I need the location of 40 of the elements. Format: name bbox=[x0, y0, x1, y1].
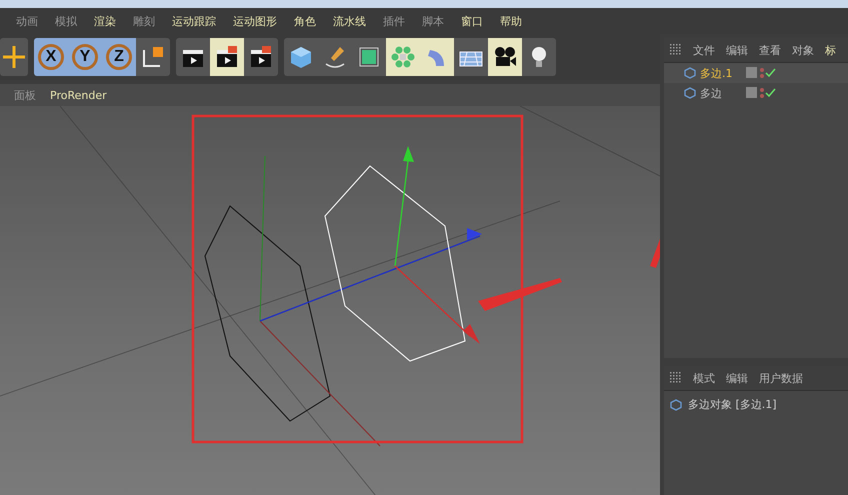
coordinate-system-icon[interactable] bbox=[140, 44, 166, 70]
panel-menu-item[interactable]: 编辑 bbox=[726, 370, 748, 386]
menu-item[interactable]: 脚本 bbox=[422, 14, 444, 28]
hexagon-icon bbox=[684, 67, 696, 79]
object-type-label: 多边对象 [多边.1] bbox=[688, 397, 777, 412]
menu-item[interactable]: 角色 bbox=[294, 14, 316, 28]
menu-item[interactable]: 雕刻 bbox=[133, 14, 155, 28]
menu-item[interactable]: 流水线 bbox=[333, 14, 366, 28]
grip-icon[interactable] bbox=[670, 372, 682, 384]
axis-lock-button[interactable]: X bbox=[34, 38, 68, 76]
panel-menu-item[interactable]: 标 bbox=[825, 42, 836, 58]
axis-lock-button[interactable]: Z bbox=[102, 38, 136, 76]
panel-menu-item[interactable]: 查看 bbox=[759, 42, 781, 58]
menu-item[interactable]: 窗口 bbox=[461, 14, 483, 28]
hexagon-icon bbox=[670, 398, 682, 411]
clapperboard-icon[interactable] bbox=[248, 44, 274, 70]
panel-menu-item[interactable]: 用户数据 bbox=[759, 370, 803, 386]
object-name[interactable]: 多边 bbox=[700, 86, 742, 100]
hexagon-icon bbox=[684, 87, 696, 99]
viewport-menu-item[interactable]: 面板 bbox=[14, 88, 36, 102]
visibility-toggle-icon[interactable] bbox=[746, 87, 776, 99]
menu-item[interactable]: 渲染 bbox=[94, 14, 116, 28]
menu-item[interactable]: 帮助 bbox=[500, 14, 522, 28]
viewport-menu-item[interactable]: ProRender bbox=[50, 88, 107, 102]
panel-menu-item[interactable]: 编辑 bbox=[726, 42, 748, 58]
panel-menu-item[interactable]: 对象 bbox=[792, 42, 814, 58]
menu-item[interactable]: 动画 bbox=[16, 14, 38, 28]
visibility-toggle-icon[interactable] bbox=[746, 67, 776, 79]
grip-icon[interactable] bbox=[670, 44, 682, 56]
object-name[interactable]: 多边.1 bbox=[700, 66, 742, 80]
menu-item[interactable]: 模拟 bbox=[55, 14, 77, 28]
menu-item[interactable]: 运动跟踪 bbox=[172, 14, 216, 28]
panel-menu-item[interactable]: 文件 bbox=[693, 42, 715, 58]
menu-item[interactable]: 运动图形 bbox=[233, 14, 277, 28]
menu-item[interactable]: 插件 bbox=[383, 14, 405, 28]
panel-menu-item[interactable]: 模式 bbox=[693, 370, 715, 386]
move-icon[interactable] bbox=[1, 44, 27, 70]
clapperboard-icon[interactable] bbox=[214, 44, 240, 70]
axis-lock-button[interactable]: Y bbox=[68, 38, 102, 76]
cube-icon[interactable] bbox=[288, 44, 314, 70]
